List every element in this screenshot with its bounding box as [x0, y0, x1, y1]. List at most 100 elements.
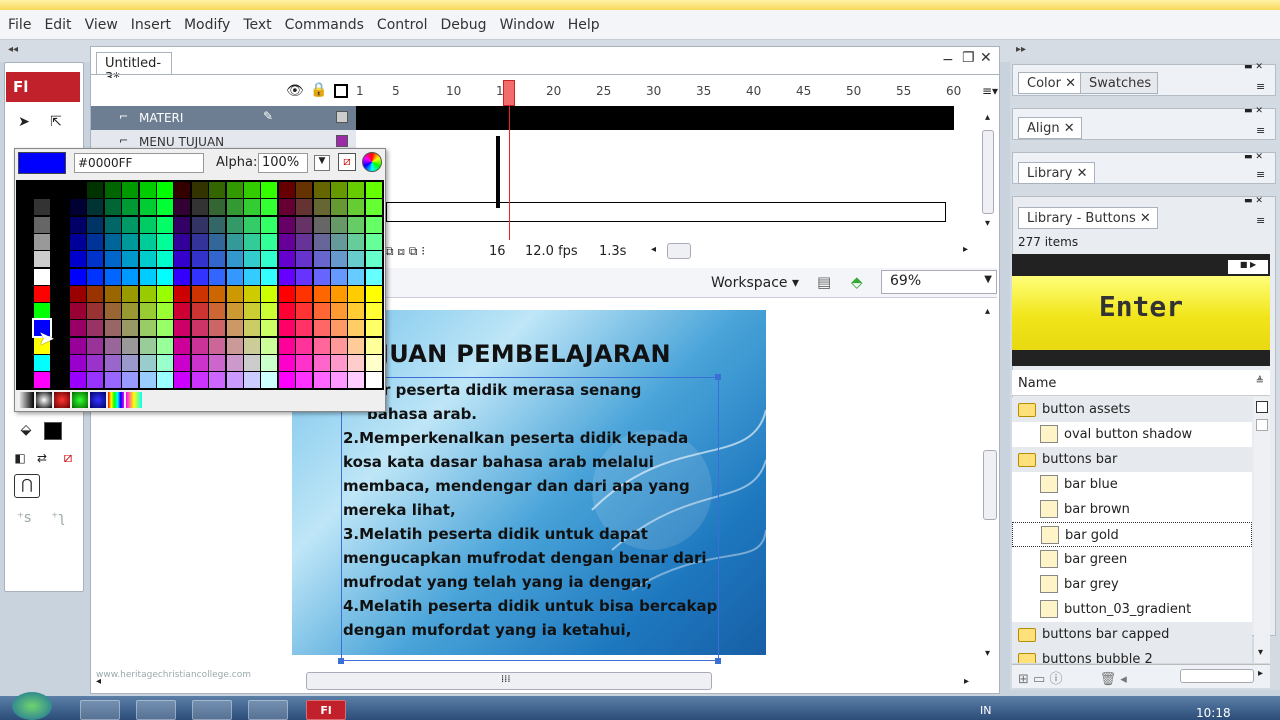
swatch-cell[interactable] — [313, 251, 330, 268]
swatch-cell[interactable] — [278, 303, 295, 320]
swatch-cell[interactable] — [296, 355, 313, 371]
swatch-cell[interactable] — [365, 251, 382, 268]
gradient-swatch[interactable] — [36, 392, 52, 408]
swatch-cell[interactable] — [348, 268, 365, 285]
gradient-swatch[interactable] — [54, 392, 70, 408]
swatch-cell[interactable] — [278, 320, 295, 337]
swatch-cell[interactable] — [278, 251, 295, 268]
preview-play-controls[interactable]: ■ ▶ — [1228, 260, 1268, 274]
swatch-cell[interactable] — [331, 182, 347, 198]
swatch-cell[interactable] — [122, 355, 139, 371]
menu-file[interactable]: File — [4, 17, 40, 33]
swatch-cell[interactable] — [244, 303, 260, 320]
swap-colors-icon[interactable]: ⇄ — [32, 448, 52, 468]
swatch-cell[interactable] — [209, 268, 226, 285]
swatch-cell[interactable] — [278, 285, 295, 302]
menu-text[interactable]: Text — [239, 17, 280, 33]
swatch-cell[interactable] — [296, 251, 313, 268]
swatch-cell[interactable] — [157, 372, 173, 389]
menu-help[interactable]: Help — [564, 17, 609, 33]
swatch-cell[interactable] — [34, 251, 50, 268]
swatch-cell[interactable] — [331, 268, 347, 285]
swatch-cell[interactable] — [348, 285, 365, 302]
swatch-cell[interactable] — [313, 355, 330, 371]
swatch-cell[interactable] — [244, 337, 260, 354]
straighten-icon[interactable]: ⁺ʅ — [48, 508, 68, 528]
snap-magnet-icon[interactable]: ⋂ — [14, 474, 40, 498]
swatch-cell[interactable] — [157, 199, 173, 216]
swatch-cell[interactable] — [87, 303, 104, 320]
swatch-cell[interactable] — [313, 233, 330, 250]
swatch-cell[interactable] — [191, 216, 208, 233]
library-item[interactable]: buttons bar — [1012, 447, 1252, 472]
swatch-cell[interactable] — [87, 372, 104, 389]
swatch-cell[interactable] — [70, 303, 86, 320]
swatch-cell[interactable] — [209, 199, 226, 216]
swatch-cell[interactable] — [261, 251, 278, 268]
library-name-header[interactable]: Name ≜ — [1012, 370, 1270, 396]
swatch-cell[interactable] — [209, 285, 226, 302]
swatch-cell[interactable] — [191, 233, 208, 250]
resize-handle[interactable] — [715, 374, 721, 380]
swatch-cell[interactable] — [261, 199, 278, 216]
swatch-cell[interactable] — [174, 251, 191, 268]
swatch-cell[interactable] — [104, 233, 121, 250]
swatch-cell[interactable] — [261, 285, 278, 302]
swatch-cell[interactable] — [226, 268, 243, 285]
swatch-cell[interactable] — [191, 320, 208, 337]
no-color-icon[interactable]: ⧄ — [58, 448, 78, 468]
swatch-cell[interactable] — [157, 182, 173, 198]
swatch-cell[interactable] — [226, 285, 243, 302]
taskbar-app[interactable] — [136, 700, 176, 720]
library-scroll-right-icon[interactable]: ▸ — [1258, 668, 1263, 679]
swatch-cell[interactable] — [139, 182, 156, 198]
swatch-cell[interactable] — [331, 285, 347, 302]
zoom-select[interactable]: 69% ▼ — [881, 270, 997, 294]
tab-library-buttons[interactable]: Library - Buttons ✕ — [1018, 207, 1158, 229]
scroll-right-icon[interactable]: ▸ — [963, 244, 968, 255]
swatch-cell[interactable] — [365, 320, 382, 337]
swatch-cell[interactable] — [174, 216, 191, 233]
swatch-cell[interactable] — [226, 355, 243, 371]
swatch-cell[interactable] — [34, 233, 50, 250]
swatch-cell[interactable] — [122, 337, 139, 354]
swatch-cell[interactable] — [122, 182, 139, 198]
swatch-cell[interactable] — [244, 182, 260, 198]
swatch-cell[interactable] — [157, 337, 173, 354]
swatch-cell[interactable] — [34, 303, 50, 320]
swatch-cell[interactable] — [209, 320, 226, 337]
swatch-cell[interactable] — [157, 251, 173, 268]
swatch-cell[interactable] — [34, 199, 50, 216]
swatch-cell[interactable] — [209, 182, 226, 198]
swatch-cell[interactable] — [139, 285, 156, 302]
swatch-cell[interactable] — [70, 216, 86, 233]
swatch-cell[interactable] — [104, 199, 121, 216]
swatch-cell[interactable] — [313, 216, 330, 233]
tab-swatches[interactable]: Swatches — [1080, 72, 1159, 94]
gradient-swatch[interactable] — [90, 392, 106, 408]
library-item[interactable]: bar brown — [1012, 497, 1252, 522]
swatch-cell[interactable] — [226, 251, 243, 268]
swatch-cell[interactable] — [365, 285, 382, 302]
swatch-cell[interactable] — [209, 251, 226, 268]
library-item[interactable]: oval button shadow — [1012, 422, 1252, 447]
swatch-cell[interactable] — [104, 268, 121, 285]
gradient-swatch[interactable] — [108, 392, 124, 408]
edit-symbols-icon[interactable]: ▤ — [817, 273, 831, 291]
swatch-cell[interactable] — [313, 199, 330, 216]
panel-collapse-icon[interactable]: ▬ ✕ — [1244, 196, 1263, 206]
text-box[interactable]: r peserta didik merasa senang bahasa arab… — [341, 377, 719, 661]
menu-edit[interactable]: Edit — [40, 17, 80, 33]
eye-icon[interactable]: 👁 — [286, 83, 304, 99]
swatch-cell[interactable] — [70, 251, 86, 268]
no-color-button[interactable]: ⧄ — [338, 153, 356, 171]
swatch-cell[interactable] — [365, 355, 382, 371]
swatch-cell[interactable] — [209, 355, 226, 371]
timeline-scrollbar[interactable]: ▴ ▾ — [982, 112, 998, 232]
swatch-cell[interactable] — [174, 268, 191, 285]
swatch-cell[interactable] — [122, 268, 139, 285]
swatch-cell[interactable] — [209, 337, 226, 354]
swatch-cell[interactable] — [261, 268, 278, 285]
swatch-cell[interactable] — [331, 303, 347, 320]
swatch-cell[interactable] — [104, 182, 121, 198]
